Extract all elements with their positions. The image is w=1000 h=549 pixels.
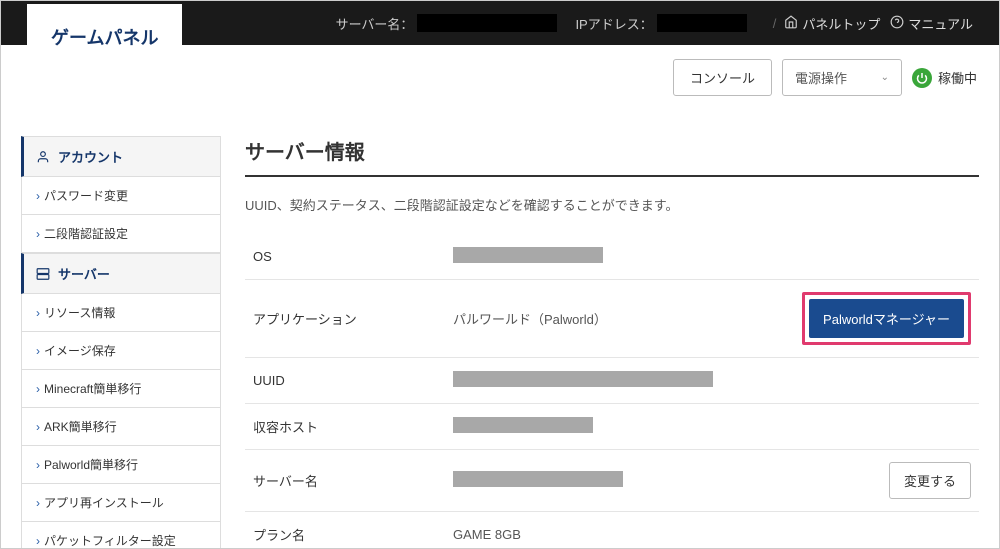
sidebar-item-minecraft[interactable]: ›Minecraft簡単移行 [21,370,221,408]
sidebar-item-2fa[interactable]: ›二段階認証設定 [21,215,221,253]
sidebar-item-resource[interactable]: ›リソース情報 [21,294,221,332]
app-label: アプリケーション [253,309,453,328]
plan-value: GAME 8GB [453,527,971,542]
sidebar-item-reinstall[interactable]: ›アプリ再インストール [21,484,221,522]
ip-value-redacted [657,14,747,32]
sidebar-header-server: サーバー [21,253,221,294]
server-name-value-redacted [417,14,557,32]
row-os: OS [245,234,979,280]
ip-label: IPアドレス： [575,14,652,33]
row-host: 収容ホスト [245,404,979,450]
help-icon [890,15,904,32]
change-button[interactable]: 変更する [889,462,971,499]
sidebar-header-account: アカウント [21,136,221,177]
sidebar-item-packet-filter[interactable]: ›パケットフィルター設定 [21,522,221,549]
server-name-value-redacted [453,471,623,487]
server-name-label: サーバー名： [336,14,414,33]
highlight-outline: Palworldマネージャー [802,292,971,345]
sidebar-item-image-save[interactable]: ›イメージ保存 [21,332,221,370]
sidebar-item-password[interactable]: ›パスワード変更 [21,177,221,215]
row-plan: プラン名 GAME 8GB [245,512,979,549]
panel-top-link[interactable]: パネルトップ [802,14,880,33]
os-label: OS [253,249,453,264]
chevron-down-icon: ⌄ [881,72,889,83]
os-value-redacted [453,247,603,263]
server-icon [36,267,50,281]
page-title: サーバー情報 [245,136,979,177]
row-uuid: UUID [245,358,979,404]
status-indicator: 稼働中 [912,68,977,88]
sidebar: アカウント ›パスワード変更 ›二段階認証設定 サーバー ›リソース情報 ›イメ… [21,136,221,549]
power-on-icon [912,68,932,88]
separator: / [773,16,777,31]
home-icon [784,15,798,32]
sidebar-item-palworld[interactable]: ›Palworld簡単移行 [21,446,221,484]
console-button[interactable]: コンソール [673,59,772,96]
uuid-value-redacted [453,371,713,387]
palworld-manager-button[interactable]: Palworldマネージャー [809,299,964,338]
status-text: 稼働中 [938,68,977,87]
logo: ゲームパネル [27,4,182,70]
uuid-label: UUID [253,373,453,388]
main-content: サーバー情報 UUID、契約ステータス、二段階認証設定などを確認することができま… [245,136,979,549]
app-value: パルワールド（Palworld） [453,309,802,328]
plan-label: プラン名 [253,525,453,544]
power-select-label: 電源操作 [795,68,847,87]
top-header: ゲームパネル サーバー名： IPアドレス： / パネルトップ マニュアル [1,1,999,45]
user-icon [36,150,50,164]
host-label: 収容ホスト [253,417,453,436]
row-server-name: サーバー名 変更する [245,450,979,512]
host-value-redacted [453,417,593,433]
server-name-row-label: サーバー名 [253,471,453,490]
power-select[interactable]: 電源操作 ⌄ [782,59,902,96]
sidebar-item-ark[interactable]: ›ARK簡単移行 [21,408,221,446]
manual-link[interactable]: マニュアル [908,14,973,33]
page-description: UUID、契約ステータス、二段階認証設定などを確認することができます。 [245,195,979,214]
row-application: アプリケーション パルワールド（Palworld） Palworldマネージャー [245,280,979,358]
